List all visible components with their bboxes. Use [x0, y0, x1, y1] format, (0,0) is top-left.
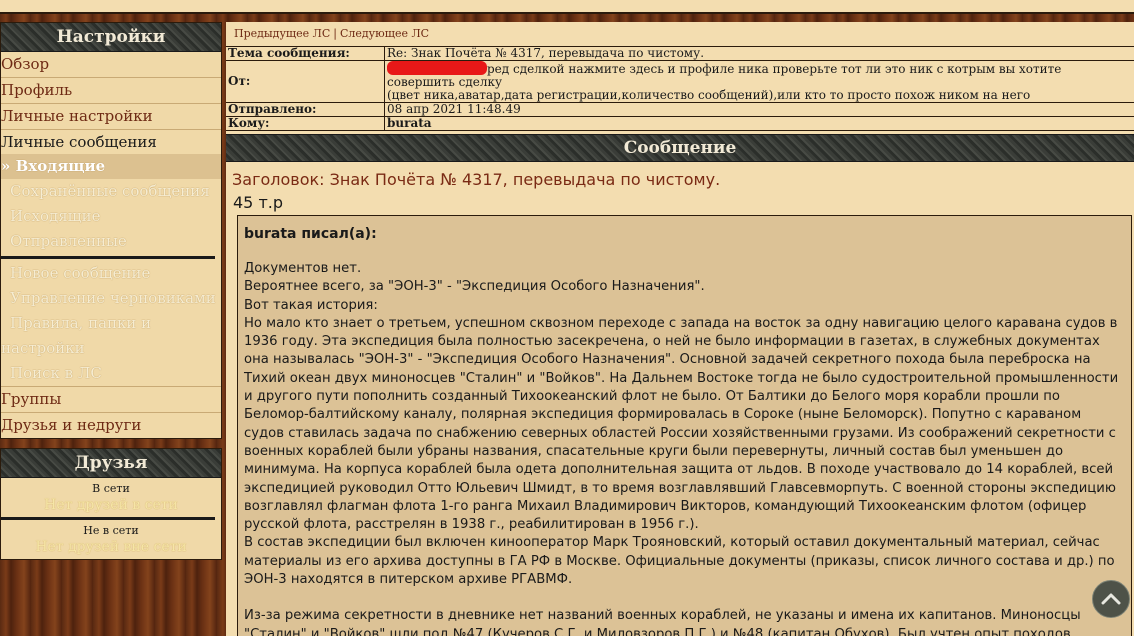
message-subject: Заголовок: Знак Почёта № 4317, перевыдач… — [232, 170, 721, 189]
nav-rules-folders-cont[interactable]: настройки — [1, 336, 221, 361]
quote-line: Из-за режима секретности в дневнике нет … — [244, 608, 1081, 636]
from-label: От: — [226, 60, 385, 103]
main-content: Предыдущее ЛС | Следующее ЛС Тема сообщени… — [226, 22, 1134, 636]
pm-group: » Входящие Сохранённые сообщения Исходящ… — [1, 154, 221, 386]
to-label: Кому: — [226, 116, 385, 131]
friends-title: Друзья — [1, 449, 221, 478]
nav-groups[interactable]: Группы — [1, 386, 221, 413]
sent-label: Отправлено: — [226, 102, 385, 117]
online-empty: Нет друзей в сети — [44, 497, 178, 513]
friends-panel: Друзья В сети Нет друзей в сети Не в сет… — [0, 448, 222, 560]
quote-line: В состав экспедиции был включен киноопер… — [244, 535, 1115, 588]
quote-line: Вероятнее всего, за "ЭОН-3" - "Экспедици… — [244, 279, 705, 295]
nav-separator: | — [333, 27, 337, 40]
table-row: Отправлено: 08 апр 2021 11:48.49 — [226, 102, 1134, 117]
sidebar: Настройки Обзор Профиль Личные настройки… — [0, 22, 222, 560]
settings-panel: Настройки Обзор Профиль Личные настройки… — [0, 22, 222, 439]
nav-sent[interactable]: Отправленные — [1, 229, 221, 254]
settings-title: Настройки — [1, 23, 221, 52]
scroll-to-top-button[interactable] — [1092, 580, 1130, 618]
chevron-up-icon — [1101, 593, 1121, 605]
to-value[interactable]: burata — [384, 116, 1134, 131]
offline-label: Не в сети — [83, 524, 139, 537]
table-row: От: ред сделкой нажмите здесь и профиле … — [226, 60, 1134, 103]
quote-author: burata писал(а): — [244, 226, 377, 242]
message-section-title: Сообщение — [226, 134, 1134, 162]
from-value: ред сделкой нажмите здесь и профиле ника… — [384, 60, 1134, 103]
topic-label: Тема сообщения: — [226, 46, 385, 61]
nav-inbox[interactable]: » Входящие — [1, 154, 221, 179]
nav-new-message[interactable]: Новое сообщение — [1, 261, 221, 286]
quote-block: burata писал(а): Документов нет. Вероятн… — [237, 215, 1132, 636]
offline-empty: Нет друзей вне сети — [35, 539, 187, 555]
nav-overview[interactable]: Обзор — [1, 52, 221, 78]
table-row: Тема сообщения: Re: Знак Почёта № 4317, … — [226, 46, 1134, 61]
message-price: 45 т.р — [233, 193, 284, 212]
next-message-link[interactable]: Следующее ЛС — [340, 27, 429, 40]
divider — [1, 256, 215, 259]
nav-pm-search[interactable]: Поиск в ЛС — [1, 361, 221, 386]
message-header-table: Тема сообщения: Re: Знак Почёта № 4317, … — [226, 46, 1134, 131]
quote-line: Документов нет. — [244, 261, 362, 276]
from-notice-line1[interactable]: ред сделкой нажмите здесь и профиле ника… — [387, 62, 1061, 89]
nav-saved-messages[interactable]: Сохранённые сообщения — [1, 179, 221, 204]
nav-personal-settings[interactable]: Личные настройки — [1, 104, 221, 130]
nav-rules-folders[interactable]: Правила, папки и — [1, 311, 221, 336]
message-navigation: Предыдущее ЛС | Следующее ЛС — [226, 22, 1134, 46]
quote-line: Но мало кто знает о третьем, успешном ск… — [244, 315, 1119, 533]
quote-body: Документов нет. Вероятнее всего, за "ЭОН… — [238, 242, 1131, 636]
nav-private-messages[interactable]: Личные сообщения — [1, 130, 221, 154]
online-label: В сети — [92, 482, 130, 495]
table-row: Кому: burata — [226, 116, 1134, 131]
sent-value: 08 апр 2021 11:48.49 — [384, 102, 1134, 117]
top-strip — [0, 0, 1134, 14]
topic-value: Re: Знак Почёта № 4317, перевыдача по чи… — [384, 46, 1134, 61]
nav-drafts[interactable]: Управление черновиками — [1, 286, 221, 311]
quote-line: Вот такая история: — [244, 297, 378, 313]
from-notice-line2: (цвет ника,аватар,дата регистрации,колич… — [387, 88, 1031, 102]
prev-message-link[interactable]: Предыдущее ЛС — [234, 27, 330, 40]
nav-profile[interactable]: Профиль — [1, 78, 221, 104]
nav-friends-foes[interactable]: Друзья и недруги — [1, 413, 221, 438]
nav-outbox[interactable]: Исходящие — [1, 204, 221, 229]
settings-nav: Обзор Профиль Личные настройки Личные со… — [1, 52, 221, 438]
redacted-sender — [387, 61, 487, 75]
